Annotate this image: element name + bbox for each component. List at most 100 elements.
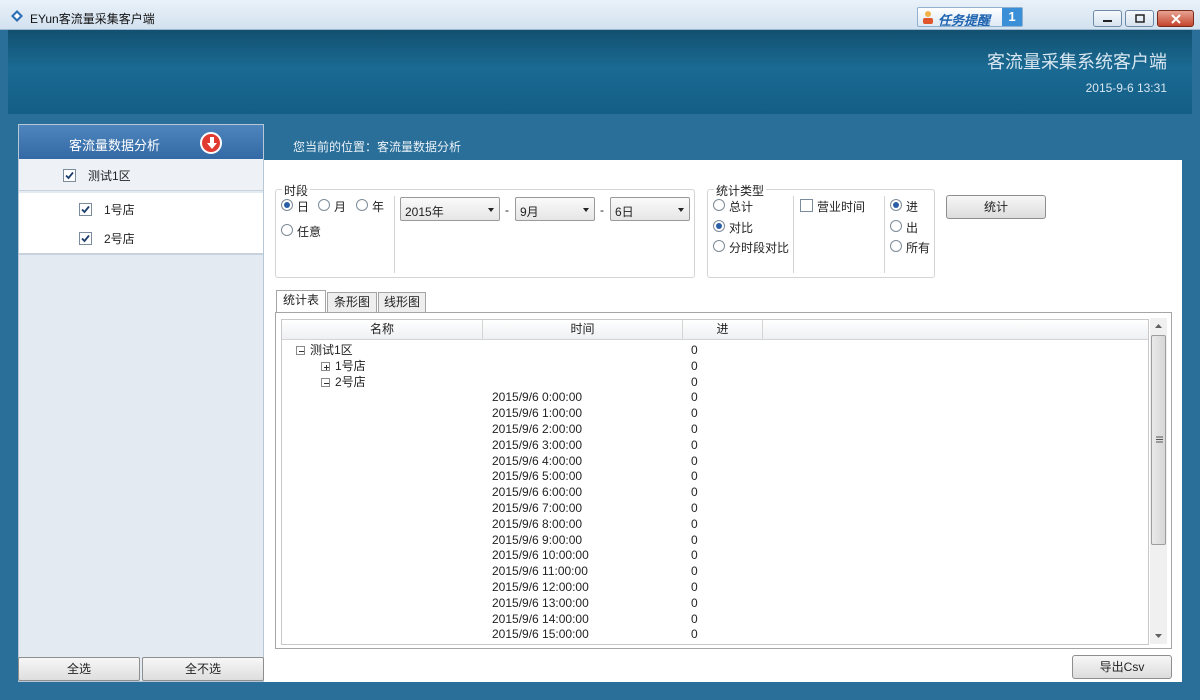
period-group-title: 时段 bbox=[282, 182, 311, 199]
table-row[interactable]: 2015/9/6 8:00:00 0 bbox=[282, 516, 1148, 532]
table-row[interactable]: 2号店 0 bbox=[282, 374, 1148, 390]
arrow-down-icon[interactable] bbox=[200, 132, 222, 154]
task-reminder-button[interactable]: 任务提醒 1 bbox=[917, 7, 1023, 28]
row-name-cell: 1号店 bbox=[335, 358, 366, 373]
maximize-button[interactable] bbox=[1125, 10, 1154, 27]
task-reminder-label: 任务提醒 bbox=[938, 13, 991, 28]
direction-separator bbox=[884, 196, 885, 273]
table-scrollbar[interactable] bbox=[1150, 318, 1167, 644]
table-row[interactable]: 2015/9/6 1:00:00 0 bbox=[282, 405, 1148, 421]
period-year-radio[interactable] bbox=[356, 199, 368, 211]
close-button[interactable] bbox=[1157, 10, 1194, 27]
year-select[interactable]: 2015年 bbox=[400, 197, 500, 221]
column-header-in[interactable]: 进 bbox=[683, 320, 763, 340]
tree-root-checkbox[interactable] bbox=[63, 169, 76, 182]
period-day-radio[interactable] bbox=[281, 199, 293, 211]
day-select-value: 6日 bbox=[615, 205, 634, 219]
row-time-cell: 2015/9/6 1:00:00 bbox=[492, 406, 583, 421]
table-row[interactable]: 2015/9/6 2:00:00 0 bbox=[282, 421, 1148, 437]
table-row[interactable]: 2015/9/6 11:00:00 0 bbox=[282, 563, 1148, 579]
direction-all-label: 所有 bbox=[906, 241, 931, 255]
table-row[interactable]: 2015/9/6 7:00:00 0 bbox=[282, 500, 1148, 516]
select-none-button[interactable]: 全不选 bbox=[142, 657, 264, 681]
stat-total-radio[interactable] bbox=[713, 199, 725, 211]
row-in-value-cell: 0 bbox=[691, 580, 698, 594]
table-row[interactable]: 1号店 0 bbox=[282, 358, 1148, 374]
direction-out-label: 出 bbox=[906, 221, 919, 235]
period-month-label: 月 bbox=[334, 200, 347, 214]
table-row[interactable]: 2015/9/6 13:00:00 0 bbox=[282, 595, 1148, 611]
row-in-value-cell: 0 bbox=[691, 358, 698, 373]
direction-in-radio[interactable] bbox=[890, 199, 902, 211]
select-all-button[interactable]: 全选 bbox=[18, 657, 140, 681]
row-in-value-cell: 0 bbox=[691, 548, 698, 563]
left-sidebar: 客流量数据分析 测试1区 1号店 2号店 bbox=[18, 124, 264, 682]
title-bar: EYun客流量采集客户端 任务提醒 1 bbox=[0, 0, 1200, 30]
month-select-value: 9月 bbox=[520, 205, 539, 219]
statistics-button[interactable]: 统计 bbox=[946, 195, 1046, 219]
column-header-name[interactable]: 名称 bbox=[282, 320, 483, 340]
table-row[interactable]: 2015/9/6 3:00:00 0 bbox=[282, 437, 1148, 453]
stat-compare-radio[interactable] bbox=[713, 220, 725, 232]
table-row[interactable]: 2015/9/6 15:00:00 0 bbox=[282, 626, 1148, 642]
expand-plus-icon[interactable] bbox=[321, 361, 330, 371]
minimize-button[interactable] bbox=[1093, 10, 1122, 27]
day-select[interactable]: 6日 bbox=[610, 197, 690, 221]
date-separator: - bbox=[600, 203, 604, 217]
task-reminder-count-badge: 1 bbox=[1002, 8, 1022, 26]
table-row[interactable]: 2015/9/6 9:00:00 0 bbox=[282, 532, 1148, 548]
table-row[interactable]: 2015/9/6 12:00:00 0 bbox=[282, 579, 1148, 595]
table-row[interactable]: 2015/9/6 0:00:00 0 bbox=[282, 389, 1148, 405]
business-hours-checkbox[interactable] bbox=[800, 199, 813, 212]
stat-period-compare-radio[interactable] bbox=[713, 240, 725, 252]
reminder-person-icon bbox=[923, 11, 933, 24]
row-time-cell: 2015/9/6 7:00:00 bbox=[492, 501, 583, 515]
tab-bar-chart[interactable]: 条形图 bbox=[327, 292, 377, 312]
row-in-value-cell: 0 bbox=[691, 390, 698, 405]
row-time-cell: 2015/9/6 11:00:00 bbox=[492, 564, 588, 579]
collapse-minus-icon[interactable] bbox=[321, 377, 330, 387]
tab-table[interactable]: 统计表 bbox=[276, 290, 326, 312]
tree-node-store-2[interactable]: 2号店 bbox=[19, 223, 263, 255]
scroll-up-icon[interactable] bbox=[1150, 318, 1167, 334]
business-hours-label: 营业时间 bbox=[817, 200, 866, 214]
stat-compare-label: 对比 bbox=[729, 221, 754, 235]
row-name-cell: 2号店 bbox=[335, 374, 366, 389]
table-row[interactable]: 2015/9/6 6:00:00 0 bbox=[282, 484, 1148, 500]
period-custom-radio[interactable] bbox=[281, 224, 293, 236]
row-time-cell: 2015/9/6 15:00:00 bbox=[492, 627, 589, 642]
tab-line-chart[interactable]: 线形图 bbox=[378, 292, 426, 312]
row-in-value-cell: 0 bbox=[691, 374, 698, 389]
export-csv-button[interactable]: 导出Csv bbox=[1072, 655, 1172, 679]
scroll-down-icon[interactable] bbox=[1150, 628, 1167, 644]
tree-node-store-1[interactable]: 1号店 bbox=[19, 193, 263, 223]
close-icon bbox=[1171, 14, 1181, 24]
row-time-cell: 2015/9/6 10:00:00 bbox=[492, 548, 589, 563]
scrollbar-thumb[interactable] bbox=[1151, 335, 1166, 545]
store-2-checkbox[interactable] bbox=[79, 232, 92, 245]
table-row[interactable]: 2015/9/6 14:00:00 0 bbox=[282, 611, 1148, 627]
store-1-label: 1号店 bbox=[104, 203, 135, 217]
row-time-cell: 2015/9/6 12:00:00 bbox=[492, 580, 589, 594]
breadcrumb: 您当前的位置：客流量数据分析 bbox=[293, 140, 462, 154]
collapse-minus-icon[interactable] bbox=[296, 346, 305, 355]
column-header-time[interactable]: 时间 bbox=[483, 320, 683, 340]
table-row[interactable]: 2015/9/6 10:00:00 0 bbox=[282, 547, 1148, 563]
dropdown-arrow-icon bbox=[488, 208, 494, 212]
checkmark-icon bbox=[81, 205, 90, 214]
row-in-value-cell: 0 bbox=[691, 516, 698, 531]
tree-node-root[interactable]: 测试1区 bbox=[19, 159, 263, 191]
month-select[interactable]: 9月 bbox=[515, 197, 595, 221]
table-header: 名称 时间 进 bbox=[282, 320, 1148, 340]
sidebar-header[interactable]: 客流量数据分析 bbox=[19, 125, 263, 159]
period-month-radio[interactable] bbox=[318, 199, 330, 211]
store-1-checkbox[interactable] bbox=[79, 203, 92, 216]
direction-all-radio[interactable] bbox=[890, 240, 902, 252]
header-banner: 客流量采集系统客户端 2015-9-6 13:31 bbox=[8, 30, 1192, 114]
table-row[interactable]: 2015/9/6 4:00:00 0 bbox=[282, 453, 1148, 469]
row-time-cell: 2015/9/6 0:00:00 bbox=[492, 390, 583, 405]
table-row[interactable]: 2015/9/6 5:00:00 0 bbox=[282, 468, 1148, 484]
direction-out-radio[interactable] bbox=[890, 220, 902, 232]
row-time-cell: 2015/9/6 5:00:00 bbox=[492, 469, 583, 484]
table-row[interactable]: 测试1区 0 bbox=[282, 342, 1148, 358]
